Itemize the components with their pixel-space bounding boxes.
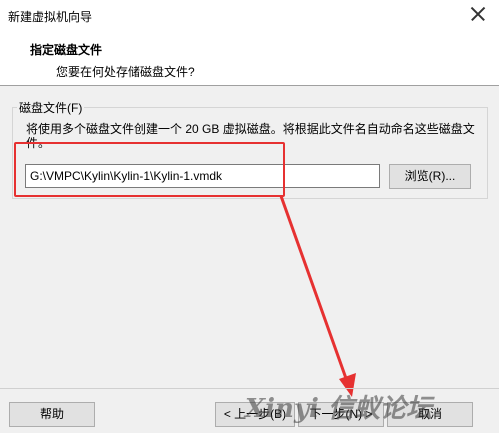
title-bar: 新建虚拟机向导 bbox=[0, 0, 499, 30]
annotation-highlight-box bbox=[14, 142, 285, 197]
disk-file-group-label: 磁盘文件(F) bbox=[17, 99, 85, 116]
close-icon[interactable] bbox=[465, 2, 491, 26]
help-button[interactable]: 帮助 bbox=[9, 402, 95, 427]
wizard-header: 指定磁盘文件 您要在何处存储磁盘文件? bbox=[0, 30, 499, 86]
browse-button[interactable]: 浏览(R)... bbox=[389, 164, 471, 189]
page-title: 指定磁盘文件 bbox=[30, 43, 103, 57]
window-title: 新建虚拟机向导 bbox=[8, 10, 93, 24]
watermark: Xinyi 信蚁论坛 bbox=[245, 394, 432, 424]
page-subtitle: 您要在何处存储磁盘文件? bbox=[56, 65, 195, 79]
annotation-arrow-line bbox=[279, 195, 350, 385]
